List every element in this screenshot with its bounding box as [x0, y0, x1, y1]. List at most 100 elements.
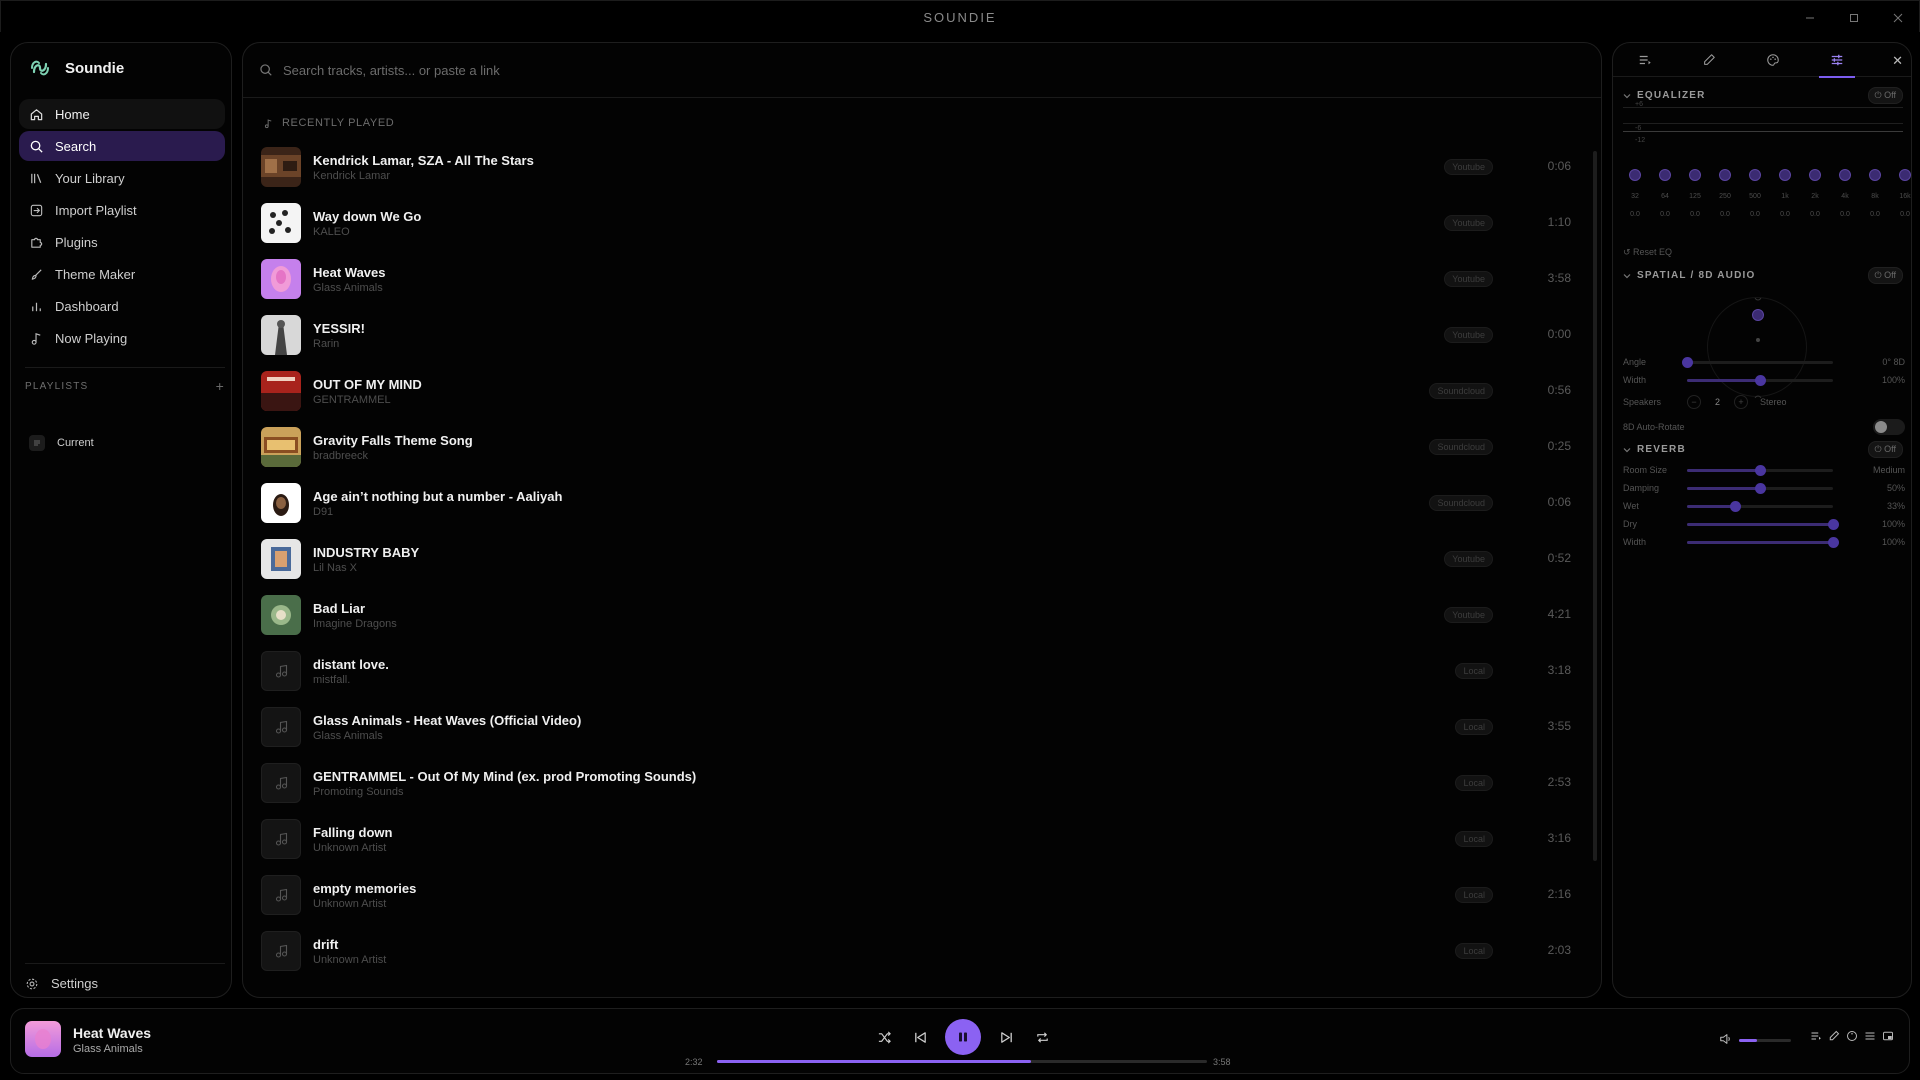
tab-theme[interactable] — [1741, 43, 1805, 77]
sidebar-item-library[interactable]: Your Library — [19, 163, 225, 193]
miniplayer-button[interactable] — [1881, 1029, 1895, 1043]
track-row[interactable]: Heat Waves Glass Animals Youtube 3:58 — [261, 251, 1581, 307]
slider-track[interactable] — [1687, 518, 1839, 530]
close-panel-icon[interactable]: ✕ — [1892, 53, 1903, 69]
track-row[interactable]: OUT OF MY MIND GENTRAMMEL Soundcloud 0:56 — [261, 363, 1581, 419]
track-row[interactable]: Age ain’t nothing but a number - Aaliyah… — [261, 475, 1581, 531]
playlist-item-current[interactable]: Current — [29, 435, 94, 451]
track-row[interactable]: GENTRAMMEL - Out Of My Mind (ex. prod Pr… — [261, 755, 1581, 811]
close-icon[interactable] — [1889, 9, 1907, 27]
track-artist[interactable]: Imagine Dragons — [313, 618, 397, 630]
search-input[interactable] — [283, 62, 1183, 78]
track-artist[interactable]: bradbreeck — [313, 450, 473, 462]
equalizer-button[interactable] — [1863, 1029, 1877, 1043]
track-row[interactable]: Bad Liar Imagine Dragons Youtube 4:21 — [261, 587, 1581, 643]
reset-eq-button[interactable]: ↺ Reset EQ — [1623, 247, 1672, 258]
speakers-decrease-button[interactable]: − — [1687, 395, 1701, 409]
track-artist[interactable]: Kendrick Lamar — [313, 170, 534, 182]
track-artist[interactable]: Lil Nas X — [313, 562, 419, 574]
slider-handle[interactable] — [1828, 518, 1839, 530]
maximize-icon[interactable] — [1845, 9, 1863, 27]
eq-band-knob[interactable] — [1629, 169, 1641, 181]
eq-band-knob[interactable] — [1689, 169, 1701, 181]
tab-lyrics[interactable] — [1677, 43, 1741, 77]
add-playlist-button[interactable]: + — [216, 378, 225, 394]
track-row[interactable]: empty memories Unknown Artist Local 2:16 — [261, 867, 1581, 923]
tab-queue[interactable] — [1613, 43, 1677, 77]
sidebar-item-theme-maker[interactable]: Theme Maker — [19, 259, 225, 289]
slider-handle[interactable] — [1828, 536, 1839, 548]
track-artist[interactable]: KALEO — [313, 226, 421, 238]
reverb-toggle-button[interactable]: ⏻ Off — [1867, 441, 1903, 458]
track-row[interactable]: Gravity Falls Theme Song bradbreeck Soundc… — [261, 419, 1581, 475]
tab-equalizer[interactable] — [1805, 43, 1869, 78]
sidebar-item-home[interactable]: Home — [19, 99, 225, 129]
slider-handle[interactable] — [1730, 500, 1742, 512]
sidebar-item-import-playlist[interactable]: Import Playlist — [19, 195, 225, 225]
track-artist[interactable]: Promoting Sounds — [313, 786, 696, 798]
volume-slider[interactable] — [1739, 1039, 1791, 1042]
spatial-toggle-button[interactable]: ⏻ Off — [1867, 267, 1903, 284]
track-artist[interactable]: Rarin — [313, 338, 365, 350]
track-row[interactable]: Way down We Go KALEO Youtube 1:10 — [261, 195, 1581, 251]
slider-track[interactable] — [1687, 464, 1833, 476]
sidebar-item-plugins[interactable]: Plugins — [19, 227, 225, 257]
track-artist[interactable]: Unknown Artist — [313, 954, 386, 966]
eq-band-knob[interactable] — [1719, 169, 1731, 181]
lyrics-button[interactable] — [1827, 1029, 1841, 1043]
now-playing-artist[interactable]: Glass Animals — [73, 1043, 143, 1055]
equalizer-toggle-button[interactable]: ⏻ Off — [1867, 87, 1903, 104]
track-row[interactable]: Falling down Unknown Artist Local 3:16 — [261, 811, 1581, 867]
spatial-header[interactable]: SPATIAL / 8D AUDIO ⏻ Off — [1623, 267, 1903, 284]
brand[interactable]: Soundie — [29, 57, 124, 79]
eq-band-knob[interactable] — [1869, 169, 1881, 181]
settings-button[interactable]: Settings — [25, 963, 225, 991]
track-row[interactable]: distant love. mistfall. Local 3:18 — [261, 643, 1581, 699]
sidebar-item-search[interactable]: Search — [19, 131, 225, 161]
speakers-increase-button[interactable]: + — [1734, 395, 1749, 409]
volume-icon[interactable] — [1719, 1032, 1733, 1046]
slider-track[interactable] — [1687, 374, 1833, 386]
progress-slider[interactable] — [717, 1060, 1207, 1063]
track-row[interactable]: Kendrick Lamar, SZA - All The Stars Kendr… — [261, 139, 1581, 195]
equalizer-header[interactable]: EQUALIZER ⏻ Off — [1623, 87, 1903, 104]
track-artist[interactable]: mistfall. — [313, 674, 389, 686]
previous-button[interactable] — [909, 1026, 931, 1048]
shuffle-button[interactable] — [873, 1026, 895, 1048]
slider-track[interactable] — [1687, 482, 1833, 494]
eq-band-knob[interactable] — [1839, 169, 1851, 181]
slider-track[interactable] — [1682, 356, 1833, 368]
slider-track[interactable] — [1687, 500, 1833, 512]
track-row[interactable]: drift Unknown Artist Local 2:03 — [261, 923, 1581, 979]
track-artist[interactable]: Glass Animals — [313, 730, 581, 742]
pause-button[interactable] — [945, 1019, 981, 1055]
track-row[interactable]: INDUSTRY BABY Lil Nas X Youtube 0:52 — [261, 531, 1581, 587]
track-artist[interactable]: Unknown Artist — [313, 842, 392, 854]
reverb-header[interactable]: REVERB ⏻ Off — [1623, 441, 1903, 458]
sidebar-item-dashboard[interactable]: Dashboard — [19, 291, 225, 321]
theme-button[interactable] — [1845, 1029, 1859, 1043]
track-artist[interactable]: D91 — [313, 506, 562, 518]
sidebar-item-now-playing[interactable]: Now Playing — [19, 323, 225, 353]
track-row[interactable]: Glass Animals - Heat Waves (Official Vid… — [261, 699, 1581, 755]
slider-handle[interactable] — [1755, 482, 1766, 494]
now-playing-artwork[interactable] — [25, 1021, 61, 1057]
slider-track[interactable] — [1687, 536, 1839, 548]
autorotate-toggle[interactable] — [1873, 419, 1905, 435]
track-artist[interactable]: GENTRAMMEL — [313, 394, 422, 406]
eq-band-knob[interactable] — [1659, 169, 1671, 181]
main-scrollbar[interactable] — [1593, 151, 1597, 861]
repeat-button[interactable] — [1031, 1026, 1053, 1048]
track-row[interactable]: YESSIR! Rarin Youtube 0:00 — [261, 307, 1581, 363]
slider-handle[interactable] — [1755, 374, 1766, 386]
now-playing-title[interactable]: Heat Waves — [73, 1025, 151, 1041]
minimize-icon[interactable] — [1801, 9, 1819, 27]
eq-band-knob[interactable] — [1779, 169, 1791, 181]
slider-handle[interactable] — [1755, 464, 1766, 476]
queue-button[interactable] — [1809, 1029, 1823, 1043]
eq-band-knob[interactable] — [1809, 169, 1821, 181]
eq-band-knob[interactable] — [1899, 169, 1911, 181]
next-button[interactable] — [995, 1026, 1017, 1048]
track-artist[interactable]: Glass Animals — [313, 282, 386, 294]
slider-handle[interactable] — [1682, 356, 1693, 368]
